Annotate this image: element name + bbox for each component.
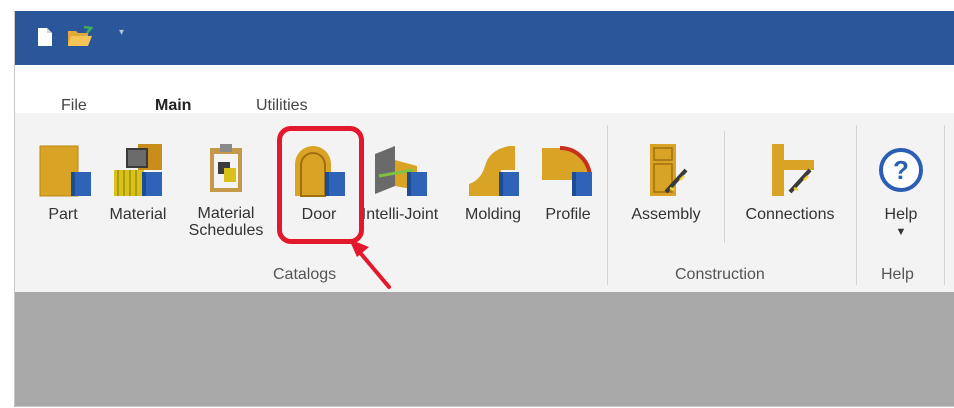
help-label: Help (884, 206, 918, 223)
group-separator (944, 125, 945, 285)
material-schedules-label-line1: Material (197, 205, 255, 222)
help-button[interactable]: ? Help ▼ (871, 140, 931, 260)
chevron-down-icon[interactable]: ▼ (871, 226, 931, 238)
assembly-label: Assembly (631, 206, 701, 223)
profile-button[interactable]: Profile (535, 140, 601, 260)
molding-button[interactable]: Molding (453, 140, 533, 260)
application-window: ▾ File Main Utilities Part Material Mate… (14, 11, 954, 407)
title-bar: ▾ (15, 11, 954, 65)
workspace-area (15, 292, 954, 406)
material-schedules-label: Material Schedules (183, 205, 269, 239)
material-schedules-label-line2: Schedules (188, 222, 264, 239)
svg-text:?: ? (893, 155, 909, 185)
connections-icon (772, 144, 814, 196)
intelli-joint-icon (375, 146, 427, 196)
group-separator (856, 125, 857, 285)
door-highlight-box (277, 126, 364, 244)
open-folder-icon[interactable] (67, 25, 94, 53)
material-icon (114, 144, 162, 196)
assembly-button[interactable]: Assembly (621, 140, 711, 260)
group-label-construction: Construction (675, 266, 765, 283)
help-icon: ? (879, 148, 923, 192)
connections-button[interactable]: Connections (731, 140, 849, 260)
material-schedules-button[interactable]: Material Schedules (183, 140, 269, 260)
intelli-joint-label: Intelli-Joint (361, 206, 439, 223)
customize-qat-icon[interactable]: ▾ (119, 26, 124, 40)
group-label-catalogs: Catalogs (273, 266, 337, 283)
profile-label: Profile (545, 206, 591, 223)
annotation-arrow-icon (349, 239, 391, 289)
button-separator (724, 131, 725, 243)
material-label: Material (109, 206, 167, 223)
connections-label: Connections (745, 206, 835, 223)
part-button[interactable]: Part (35, 140, 91, 260)
group-label-help: Help (881, 266, 914, 283)
material-schedules-icon (210, 144, 242, 192)
material-button[interactable]: Material (99, 140, 177, 260)
assembly-icon (650, 144, 688, 196)
part-label: Part (48, 206, 78, 223)
profile-icon (542, 146, 592, 196)
group-separator (607, 125, 608, 285)
new-document-icon[interactable] (37, 27, 53, 52)
molding-icon (469, 146, 519, 196)
molding-label: Molding (464, 206, 522, 223)
part-icon (39, 145, 91, 197)
